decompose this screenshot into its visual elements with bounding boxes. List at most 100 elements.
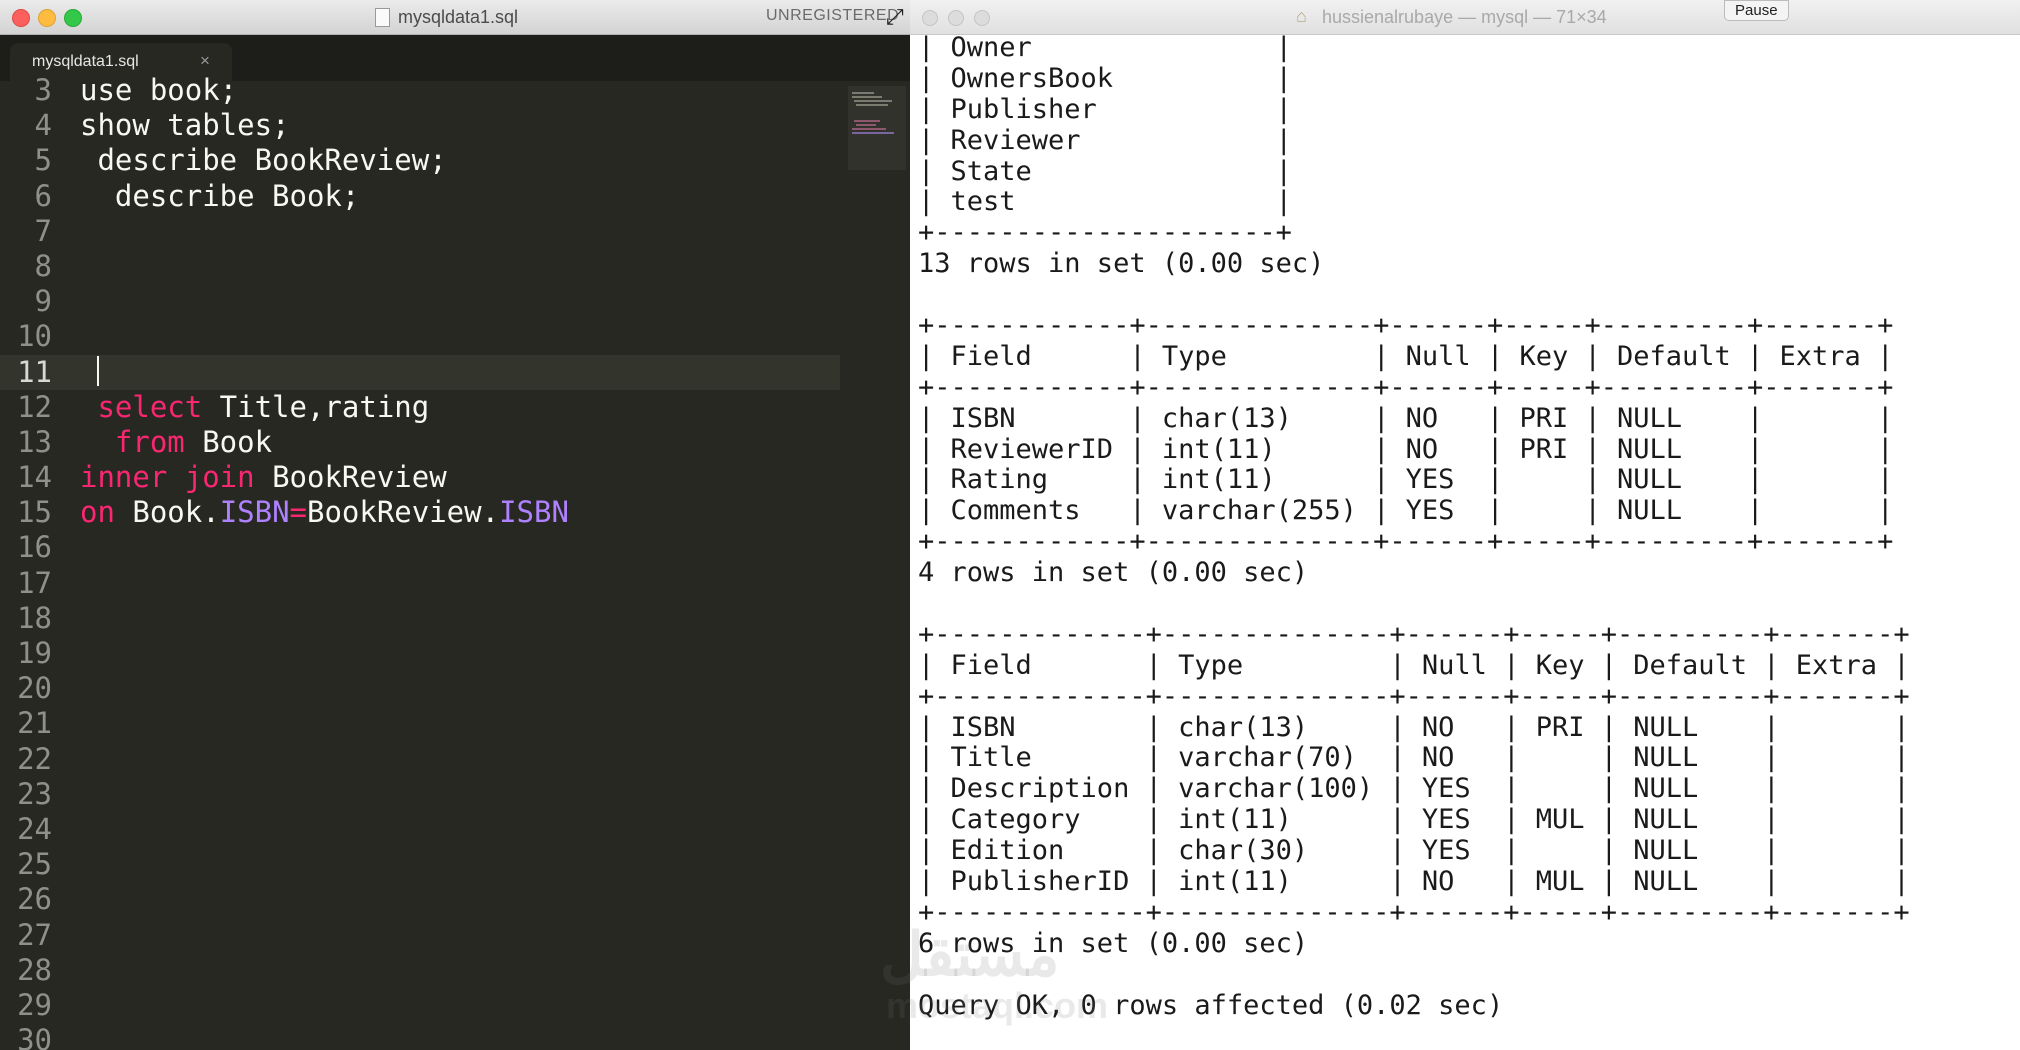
close-tab-icon[interactable]: ×	[200, 51, 210, 71]
code-token: =	[289, 495, 307, 530]
code-line[interactable]: 6 describe Book;	[0, 179, 840, 214]
terminal-line: | ReviewerID | int(11) | NO | PRI | NULL…	[918, 433, 1894, 465]
terminal-line: | ISBN | char(13) | NO | PRI | NULL | |	[918, 711, 1910, 743]
terminal-line: | Field | Type | Null | Key | Default | …	[918, 649, 1910, 681]
terminal-line: | Title | varchar(70) | NO | | NULL | |	[918, 742, 1910, 774]
terminal-line: | Owner |	[918, 32, 1292, 63]
code-line[interactable]: 16	[0, 530, 840, 565]
sql-editor-window: mysqldata1.sql UNREGISTERED ⤢ mysqldata1…	[0, 0, 910, 1050]
line-number: 21	[17, 706, 52, 741]
terminal-line: | Rating | int(11) | YES | | NULL | |	[918, 464, 1894, 496]
code-token: describe BookReview;	[80, 143, 447, 178]
code-line[interactable]: 21	[0, 706, 840, 741]
line-number: 22	[17, 741, 52, 776]
line-number: 13	[17, 424, 52, 459]
code-line[interactable]: 8	[0, 249, 840, 284]
line-number: 5	[34, 143, 52, 178]
line-number: 3	[34, 73, 52, 107]
code-line[interactable]: 27	[0, 918, 840, 953]
terminal-line: | Description | varchar(100) | YES | | N…	[918, 773, 1910, 805]
line-number: 25	[17, 847, 52, 882]
zoom-window-button[interactable]	[64, 9, 82, 27]
code-line[interactable]: 25	[0, 847, 840, 882]
minimize-window-button[interactable]	[38, 9, 56, 27]
line-number: 17	[17, 565, 52, 600]
terminal-line: | State |	[918, 155, 1292, 187]
terminal-line: 4 rows in set (0.00 sec)	[918, 557, 1309, 589]
terminal-title: hussienalrubaye — mysql — 71×34	[1322, 7, 1607, 27]
code-line[interactable]: 5 describe BookReview;	[0, 143, 840, 178]
code-token: Book	[184, 424, 273, 459]
code-text	[80, 355, 100, 390]
code-line[interactable]: 20	[0, 671, 840, 706]
code-line[interactable]: 13 from Book	[0, 425, 840, 460]
code-line[interactable]: 14 inner join BookReview	[0, 460, 840, 495]
line-number: 6	[34, 178, 52, 213]
code-token: BookReview.	[307, 495, 500, 530]
line-number: 23	[17, 776, 52, 811]
line-number: 18	[17, 600, 52, 635]
code-text: from Book	[80, 425, 272, 460]
terminal-line: | OwnersBook |	[918, 62, 1292, 94]
code-line[interactable]: 19	[0, 636, 840, 671]
code-line[interactable]: 23	[0, 777, 840, 812]
line-number: 4	[34, 108, 52, 143]
code-text: inner join BookReview	[80, 460, 447, 495]
code-line[interactable]: 12 select Title,rating	[0, 390, 840, 425]
terminal-zoom-button[interactable]	[974, 10, 990, 26]
terminal-line: | Comments | varchar(255) | YES | | NULL…	[918, 495, 1894, 527]
code-line[interactable]: 22	[0, 742, 840, 777]
code-text: use book;	[80, 73, 237, 108]
code-text: select Title,rating	[80, 390, 429, 425]
code-line[interactable]: 17	[0, 566, 840, 601]
terminal-line: | Edition | char(30) | YES | | NULL | |	[918, 835, 1910, 867]
code-line[interactable]: 4 show tables;	[0, 108, 840, 143]
editor-titlebar: mysqldata1.sql UNREGISTERED ⤢	[0, 0, 910, 35]
line-number: 15	[17, 495, 52, 530]
code-area[interactable]: 3 use book; 4 show tables; 5 describe BookRe…	[0, 73, 840, 1050]
close-window-button[interactable]	[12, 9, 30, 27]
pause-button[interactable]: Pause	[1724, 0, 1789, 21]
code-token: select	[80, 389, 203, 424]
tab-label: mysqldata1.sql	[32, 53, 139, 70]
terminal-minimize-button[interactable]	[948, 10, 964, 26]
terminal-line: | ISBN | char(13) | NO | PRI | NULL | |	[918, 402, 1894, 434]
code-line[interactable]: 28	[0, 953, 840, 988]
code-line[interactable]: 3 use book;	[0, 73, 840, 108]
code-token: ISBN	[219, 495, 290, 530]
terminal-line: +-------------+--------------+------+---…	[918, 896, 1910, 928]
code-text: describe Book;	[80, 179, 359, 214]
line-number: 30	[17, 1023, 52, 1050]
terminal-close-button[interactable]	[922, 10, 938, 26]
line-number: 29	[17, 987, 52, 1022]
line-number: 11	[17, 354, 52, 389]
minimap[interactable]	[848, 86, 906, 170]
terminal-line: | Reviewer |	[918, 124, 1292, 156]
line-number: 14	[17, 460, 52, 495]
code-line[interactable]: 30	[0, 1023, 840, 1050]
terminal-line: 13 rows in set (0.00 sec)	[918, 248, 1325, 280]
terminal-output[interactable]: | Owner | | OwnersBook | | Publisher | | Re…	[918, 32, 1910, 1022]
expand-icon[interactable]: ⤢	[886, 4, 904, 30]
code-line[interactable]: 10	[0, 319, 840, 354]
code-line[interactable]: 9	[0, 284, 840, 319]
code-line[interactable]: 24	[0, 812, 840, 847]
line-number: 27	[17, 917, 52, 952]
code-line[interactable]: 18	[0, 601, 840, 636]
line-number: 12	[17, 389, 52, 424]
terminal-line: | test |	[918, 186, 1292, 218]
home-icon: ⌂	[1296, 6, 1307, 26]
code-line[interactable]: 7	[0, 214, 840, 249]
line-number: 8	[34, 248, 52, 283]
code-line[interactable]: 26	[0, 882, 840, 917]
code-line[interactable]: 15 on Book.ISBN=BookReview.ISBN	[0, 495, 840, 530]
terminal-line: +-------------+--------------+------+---…	[918, 618, 1910, 650]
unregistered-label: UNREGISTERED	[766, 7, 900, 24]
line-number: 7	[34, 213, 52, 248]
code-line[interactable]: 11	[0, 354, 840, 390]
file-icon	[375, 8, 390, 27]
code-line[interactable]: 29	[0, 988, 840, 1023]
terminal-line: +------------+--------------+------+----…	[918, 526, 1894, 558]
